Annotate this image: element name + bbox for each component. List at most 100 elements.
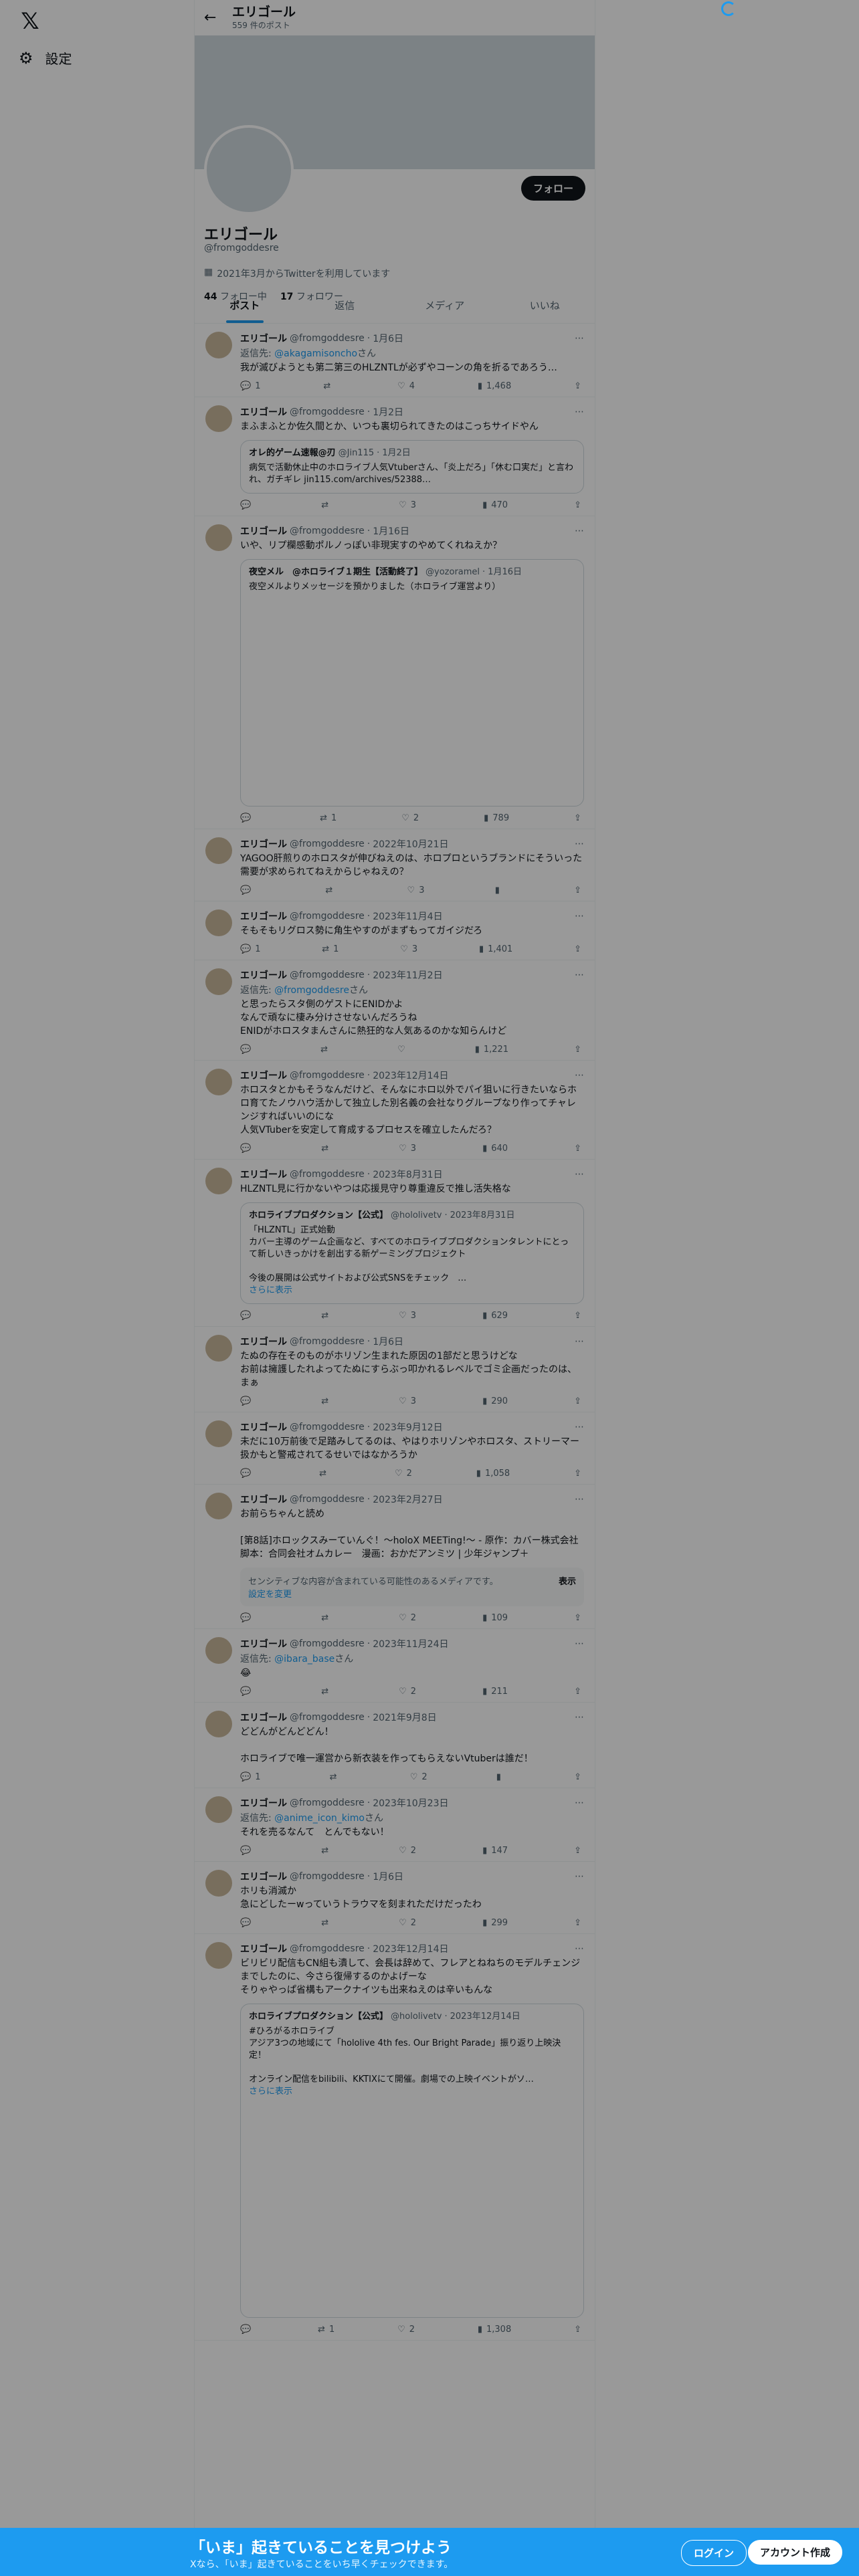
like-action[interactable]: ♡ 3 xyxy=(399,1144,416,1154)
reply-action[interactable]: 💬 1 xyxy=(240,381,260,391)
tweet-date[interactable]: 2023年9月12日 xyxy=(373,1420,442,1434)
tweet-avatar[interactable] xyxy=(205,909,232,936)
tweet-author-name[interactable]: エリゴール xyxy=(240,1711,287,1724)
tweet-date[interactable]: 2023年12月14日 xyxy=(373,1942,448,1955)
retweet-action[interactable]: ⇄ xyxy=(321,1846,332,1856)
share-action[interactable]: ⇪ xyxy=(574,1613,581,1623)
tweet[interactable]: エリゴール @fromgoddesre · 1月16日 ⋯ いや、リプ欄感動ポルノっぽい非… xyxy=(195,516,595,829)
share-action[interactable]: ⇪ xyxy=(574,1918,581,1928)
tweet[interactable]: エリゴール @fromgoddesre · 1月2日 ⋯ まふまふとか佐久間とか、いつも裏… xyxy=(195,397,595,516)
more-options-icon[interactable]: ⋯ xyxy=(575,1638,584,1649)
like-action[interactable]: ♡ 2 xyxy=(399,1687,416,1697)
views-action[interactable]: ▮ 1,221 xyxy=(475,1045,508,1055)
like-action[interactable]: ♡ xyxy=(397,1045,409,1055)
tweet-author-name[interactable]: エリゴール xyxy=(240,1942,287,1955)
tweet[interactable]: エリゴール @fromgoddesre · 2023年8月31日 ⋯ HLZNTL見に行か… xyxy=(195,1160,595,1327)
tweet-author-name[interactable]: エリゴール xyxy=(240,1493,287,1506)
share-action[interactable]: ⇪ xyxy=(574,885,581,895)
tweet-author-name[interactable]: エリゴール xyxy=(240,1069,287,1082)
tweet[interactable]: エリゴール @fromgoddesre · 2023年10月23日 ⋯ 返信先: @ani… xyxy=(195,1788,595,1862)
retweet-action[interactable]: ⇄ xyxy=(323,381,335,391)
tweet[interactable]: エリゴール @fromgoddesre · 2023年9月12日 ⋯ 未だに10万前後で足… xyxy=(195,1412,595,1485)
show-more-link[interactable]: さらに表示 xyxy=(249,2086,575,2098)
tweet-date[interactable]: 2022年10月21日 xyxy=(373,837,448,851)
retweet-action[interactable]: ⇄ xyxy=(321,1687,332,1697)
reply-action[interactable]: 💬 1 xyxy=(240,944,260,954)
tweet-avatar[interactable] xyxy=(205,1069,232,1095)
tweet-avatar[interactable] xyxy=(205,1711,232,1737)
share-action[interactable]: ⇪ xyxy=(574,1846,581,1856)
tweet-date[interactable]: 2023年2月27日 xyxy=(373,1493,442,1506)
like-action[interactable]: ♡ 4 xyxy=(397,381,415,391)
tweet-date[interactable]: 2023年12月14日 xyxy=(373,1069,448,1082)
quoted-tweet[interactable]: ホロライブプロダクション【公式】 @hololivetv · 2023年8月31日 「H… xyxy=(240,1202,584,1304)
retweet-action[interactable]: ⇄ xyxy=(320,1045,332,1055)
tweet-author-name[interactable]: エリゴール xyxy=(240,405,287,419)
like-action[interactable]: ♡ 2 xyxy=(399,1918,416,1928)
reply-action[interactable]: 💬 xyxy=(240,2325,255,2335)
retweet-action[interactable]: ⇄ xyxy=(321,1396,332,1406)
views-action[interactable]: ▮ 299 xyxy=(482,1918,508,1928)
tweet-avatar[interactable] xyxy=(205,1168,232,1194)
retweet-action[interactable]: ⇄ xyxy=(321,1613,332,1623)
reply-action[interactable]: 💬 xyxy=(240,1144,255,1154)
more-options-icon[interactable]: ⋯ xyxy=(575,407,584,417)
retweet-action[interactable]: ⇄ 1 xyxy=(322,944,339,954)
reply-action[interactable]: 💬 xyxy=(240,1846,255,1856)
retweet-action[interactable]: ⇄ 1 xyxy=(318,2325,335,2335)
quoted-tweet[interactable]: 夜空メル @ホロライブ１期生【活動終了】 @yozoramel · 1月16日 夜空メル… xyxy=(240,559,584,807)
retweet-action[interactable]: ⇄ xyxy=(319,1469,330,1479)
views-action[interactable]: ▮ 789 xyxy=(484,813,509,823)
show-more-link[interactable]: さらに表示 xyxy=(249,1285,575,1297)
more-options-icon[interactable]: ⋯ xyxy=(575,1169,584,1180)
tweet[interactable]: エリゴール @fromgoddesre · 2021年9月8日 ⋯ どどんがどんどどん！ … xyxy=(195,1703,595,1788)
share-action[interactable]: ⇪ xyxy=(574,2325,581,2335)
sensitive-show-button[interactable]: 表示 xyxy=(559,1574,576,1600)
more-options-icon[interactable]: ⋯ xyxy=(575,526,584,536)
retweet-action[interactable]: ⇄ xyxy=(321,1311,332,1321)
reply-action[interactable]: 💬 xyxy=(240,1613,255,1623)
share-action[interactable]: ⇪ xyxy=(574,944,581,954)
tab-media[interactable]: メディア xyxy=(395,288,495,323)
x-logo-icon[interactable]: 𝕏 xyxy=(17,8,43,35)
tweet-date[interactable]: 1月16日 xyxy=(373,524,409,538)
like-action[interactable]: ♡ 3 xyxy=(400,944,417,954)
views-action[interactable]: ▮ xyxy=(495,885,504,895)
sensitive-settings-link[interactable]: 設定を変更 xyxy=(248,1590,292,1600)
more-options-icon[interactable]: ⋯ xyxy=(575,1070,584,1081)
tweet-avatar[interactable] xyxy=(205,837,232,864)
tweet[interactable]: エリゴール @fromgoddesre · 2022年10月21日 ⋯ YAGOO肝煎りの… xyxy=(195,829,595,901)
reply-action[interactable]: 💬 xyxy=(240,1469,255,1479)
follow-button[interactable]: フォロー xyxy=(520,176,585,201)
tweet-date[interactable]: 2023年10月23日 xyxy=(373,1796,448,1810)
views-action[interactable]: ▮ 1,058 xyxy=(476,1469,510,1479)
tweet-date[interactable]: 2023年11月4日 xyxy=(373,909,442,923)
tweet-date[interactable]: 1月6日 xyxy=(373,1870,403,1883)
tweet-author-name[interactable]: エリゴール xyxy=(240,1637,287,1650)
views-action[interactable]: ▮ xyxy=(496,1772,505,1782)
tab-replies[interactable]: 返信 xyxy=(295,288,395,323)
views-action[interactable]: ▮ 1,401 xyxy=(479,944,512,954)
tweet-author-name[interactable]: エリゴール xyxy=(240,1420,287,1434)
settings-link[interactable]: ⚙ 設定 xyxy=(19,48,72,68)
more-options-icon[interactable]: ⋯ xyxy=(575,1798,584,1808)
tweet-author-name[interactable]: エリゴール xyxy=(240,909,287,923)
tweet-avatar[interactable] xyxy=(205,1420,232,1447)
views-action[interactable]: ▮ 629 xyxy=(482,1311,508,1321)
tab-likes[interactable]: いいね xyxy=(495,288,595,323)
tweet-author-name[interactable]: エリゴール xyxy=(240,1870,287,1883)
share-action[interactable]: ⇪ xyxy=(574,1687,581,1697)
reply-to-handle[interactable]: @anime_icon_kimo xyxy=(274,1813,365,1824)
share-action[interactable]: ⇪ xyxy=(574,813,581,823)
views-action[interactable]: ▮ 147 xyxy=(482,1846,508,1856)
tweet-avatar[interactable] xyxy=(205,405,232,432)
share-action[interactable]: ⇪ xyxy=(574,1045,581,1055)
more-options-icon[interactable]: ⋯ xyxy=(575,970,584,980)
reply-to-handle[interactable]: @ibara_base xyxy=(274,1654,335,1665)
like-action[interactable]: ♡ 2 xyxy=(401,813,419,823)
tweet-avatar[interactable] xyxy=(205,1637,232,1664)
tweet-avatar[interactable] xyxy=(205,1796,232,1823)
tweet-avatar[interactable] xyxy=(205,1870,232,1897)
quoted-tweet[interactable]: オレ的ゲーム速報@刃 @Jin115 · 1月2日 病気で活動休止中のホロライブ人気Vt… xyxy=(240,440,584,494)
like-action[interactable]: ♡ 2 xyxy=(397,2325,415,2335)
